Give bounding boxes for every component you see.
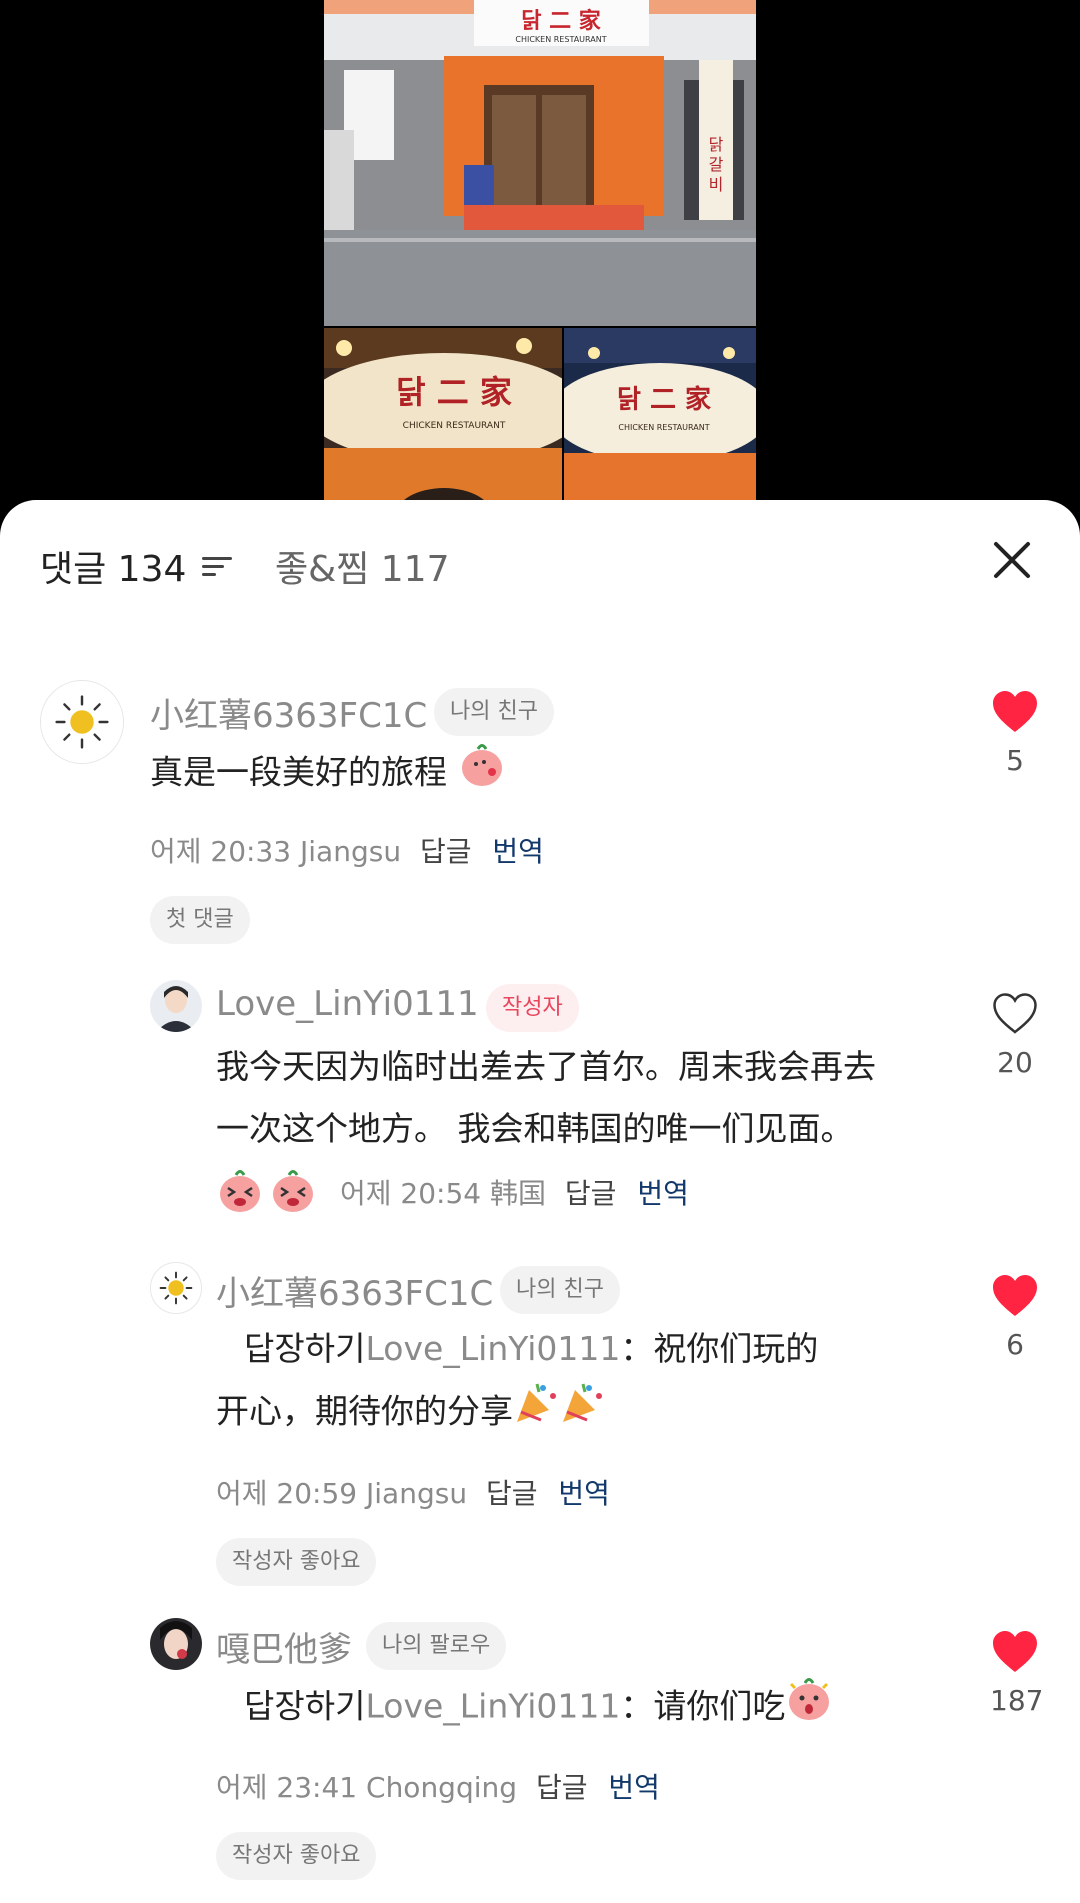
svg-text:비: 비 (709, 175, 724, 194)
restaurant-photo-night-a[interactable]: 닭 二 家 CHICKEN RESTAURANT (324, 328, 562, 518)
heart-filled-icon (993, 1275, 1037, 1316)
translate-link[interactable]: 번역 (492, 835, 544, 868)
comment-text-part1: ：祝你们玩的 (620, 1329, 819, 1368)
comment-text-line1: 我今天因为临时出差去了首尔。周末我会再去 (216, 1047, 876, 1086)
emoji-row (216, 1166, 317, 1218)
friend-badge: 나의 친구 (434, 688, 554, 736)
comment-text-part2: 开心，期待你的分享 (216, 1391, 513, 1431)
comment-meta: 어제 20:54 韩国 답글 번역 (340, 1172, 689, 1212)
heart-outline-icon (993, 993, 1037, 1034)
heart-filled-icon (993, 1631, 1037, 1672)
svg-text:닭 二 家: 닭 二 家 (617, 384, 711, 415)
restaurant-photo-main[interactable]: 닭 二 家 CHICKEN RESTAURANT 닭 갈 비 (324, 0, 756, 326)
following-badge: 나의 팔로우 (366, 1622, 507, 1670)
svg-text:CHICKEN RESTAURANT: CHICKEN RESTAURANT (618, 423, 709, 432)
svg-text:닭: 닭 (709, 135, 724, 154)
like-button[interactable]: 5 (990, 690, 1040, 777)
comment-text-line2: 一次这个地方。 我会和韩国的唯一们见面。 (216, 1109, 854, 1148)
close-icon[interactable] (992, 540, 1032, 580)
comment-text-line1: 답장하기Love_LinYi0111：祝你们玩的 (216, 1318, 818, 1380)
like-count: 20 (997, 1046, 1033, 1079)
tab-likes-and-saves[interactable]: 좋&찜 117 (275, 540, 449, 592)
comment-text-line1: 답장하기Love_LinYi0111：请你们吃 (216, 1674, 833, 1742)
comment-text-line2: 开心，期待你的分享 (216, 1380, 818, 1446)
like-button[interactable]: 6 (990, 1274, 1040, 1361)
tab-comments-label: 댓글 134 (40, 549, 187, 590)
author-liked-chip: 작성자 좋아요 (216, 1538, 377, 1586)
sort-icon[interactable] (202, 553, 233, 579)
reply-link[interactable]: 답글 (420, 835, 472, 868)
first-comment-chip: 첫 댓글 (150, 896, 250, 944)
like-count: 5 (1006, 744, 1024, 777)
translate-link[interactable]: 번역 (558, 1477, 610, 1510)
avatar[interactable] (150, 980, 202, 1032)
post-photo-area: 닭 二 家 CHICKEN RESTAURANT 닭 갈 비 닭 二 家 CHI… (0, 0, 1080, 518)
comment-text: 我今天因为临时出差去了首尔。周末我会再去 一次这个地方。 我会和韩国的唯一们见面… (216, 1036, 876, 1160)
comment-text-part1: ：请你们吃 (620, 1686, 786, 1726)
svg-text:갈: 갈 (709, 155, 724, 174)
heart-filled-icon (993, 691, 1037, 732)
comment-text: 真是一段美好的旅程 (150, 740, 506, 808)
reply-prefix: 답장하기 (244, 1686, 366, 1726)
surprised-emoji-icon (785, 1674, 833, 1742)
avatar[interactable] (40, 680, 124, 764)
svg-text:닭 二 家: 닭 二 家 (396, 373, 512, 411)
like-count: 6 (1006, 1328, 1024, 1361)
comment-sheet-header: 댓글 134 좋&찜 117 (0, 500, 1080, 620)
comment-time-location: 어제 23:41 Chongqing (216, 1771, 518, 1804)
comment-sheet: 댓글 134 좋&찜 117 小红薯6363FC1C 나의 친구 真是一段美好的… (0, 500, 1080, 1903)
comment-text: 답장하기Love_LinYi0111：请你们吃 (216, 1674, 833, 1742)
reply-prefix: 답장하기 (244, 1329, 366, 1368)
comment-username[interactable]: 嘎巴他爹 (216, 1622, 352, 1671)
mention-link[interactable]: Love_LinYi0111 (365, 1329, 620, 1368)
comment-time-location: 어제 20:33 Jiangsu (150, 835, 402, 868)
avatar[interactable] (150, 1262, 202, 1314)
reply-link[interactable]: 답글 (486, 1477, 538, 1510)
svg-text:CHICKEN RESTAURANT: CHICKEN RESTAURANT (403, 421, 506, 431)
comment-text: 답장하기Love_LinYi0111：祝你们玩的 开心，期待你的分享 (216, 1318, 818, 1446)
author-liked-chip: 작성자 좋아요 (216, 1832, 377, 1880)
author-badge: 작성자 (486, 984, 579, 1032)
comment-time-location: 어제 20:59 Jiangsu (216, 1477, 468, 1510)
friend-badge: 나의 친구 (500, 1266, 620, 1314)
like-count: 187 (990, 1684, 1044, 1717)
comment-username[interactable]: 小红薯6363FC1C (150, 688, 427, 737)
comment-meta: 어제 20:33 Jiangsu 답글 번역 (150, 830, 544, 870)
restaurant-photo-night-b[interactable]: 닭 二 家 CHICKEN RESTAURANT (564, 328, 756, 518)
svg-text:닭 二 家: 닭 二 家 (521, 8, 602, 34)
translate-link[interactable]: 번역 (637, 1177, 689, 1210)
reply-link[interactable]: 답글 (565, 1177, 617, 1210)
comment-username[interactable]: 小红薯6363FC1C (216, 1266, 493, 1315)
party-popper-icon (559, 1380, 605, 1446)
comment-text-content: 真是一段美好的旅程 (150, 752, 447, 792)
party-popper-icon (513, 1380, 559, 1446)
tab-comments[interactable]: 댓글 134 (40, 540, 233, 592)
comment-meta: 어제 23:41 Chongqing 답글 번역 (216, 1766, 660, 1806)
like-button[interactable]: 187 (990, 1630, 1044, 1717)
comment-meta: 어제 20:59 Jiangsu 답글 번역 (216, 1472, 610, 1512)
laughing-emoji-icon (216, 1166, 264, 1218)
comment-username[interactable]: Love_LinYi0111 (216, 984, 479, 1024)
avatar[interactable] (150, 1618, 202, 1670)
like-button[interactable]: 20 (990, 992, 1040, 1079)
svg-text:CHICKEN RESTAURANT: CHICKEN RESTAURANT (515, 35, 606, 44)
kiss-emoji-icon (458, 740, 506, 808)
comment-time-location: 어제 20:54 韩国 (340, 1177, 547, 1210)
laughing-emoji-icon (269, 1166, 317, 1218)
translate-link[interactable]: 번역 (608, 1771, 660, 1804)
reply-link[interactable]: 답글 (536, 1771, 588, 1804)
mention-link[interactable]: Love_LinYi0111 (365, 1687, 620, 1726)
